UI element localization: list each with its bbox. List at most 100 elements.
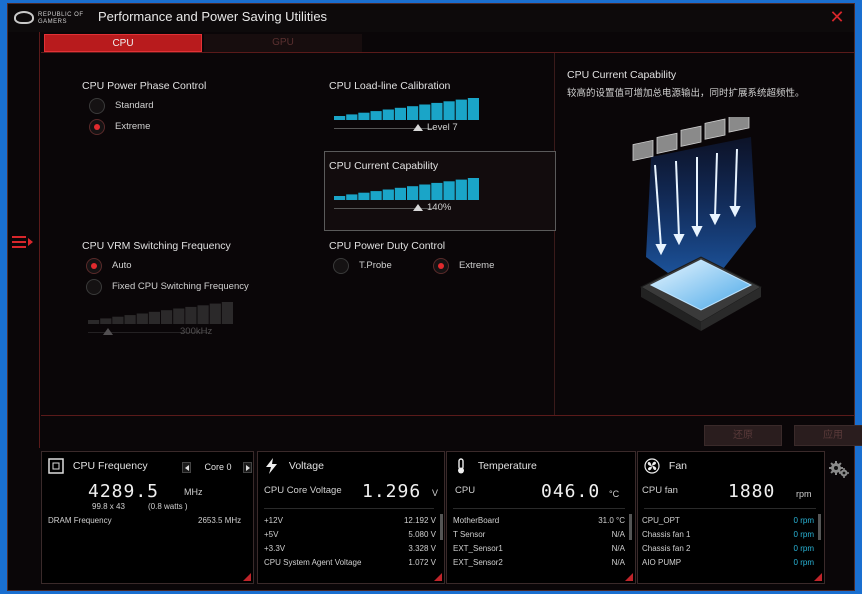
radio-icon (433, 258, 449, 274)
gear-icon[interactable] (828, 458, 850, 480)
scrollbar[interactable] (818, 514, 821, 540)
slider-thumb[interactable] (103, 328, 113, 335)
temperature-row: EXT_Sensor2 N/A (453, 558, 625, 567)
level-bar (136, 313, 148, 324)
panel-header: CPU Frequency (48, 458, 148, 474)
panel-header: Voltage (264, 458, 324, 475)
level-bar (419, 184, 431, 200)
radio-icon (333, 258, 349, 274)
cpu-temp-label: CPU (455, 485, 476, 496)
close-icon[interactable]: ✕ (828, 8, 846, 26)
cpu-temp-value: 046.0 (541, 481, 601, 502)
main-panel: CPU Power Phase Control Standard Extreme… (41, 52, 862, 446)
temperature-row: MotherBoard 31.0 °C (453, 516, 625, 525)
level-bar (431, 182, 443, 200)
info-description: 较高的设置值可增加总电源输出，同时扩展系统超频性。 (567, 88, 805, 99)
level-bar (197, 305, 209, 324)
phase-standard-radio[interactable]: Standard (89, 98, 154, 114)
capability-slider[interactable]: 140% (334, 178, 484, 218)
vrm-fixed-radio[interactable]: Fixed CPU Switching Frequency (86, 279, 249, 295)
level-bar (334, 116, 346, 120)
rog-logo: REPUBLIC OF GAMERS (14, 9, 94, 27)
cpu-fan-value: 1880 (728, 481, 776, 502)
panel-header: Fan (644, 458, 687, 474)
title-bar: REPUBLIC OF GAMERS Performance and Power… (8, 4, 854, 32)
chevron-left-icon[interactable] (182, 462, 191, 473)
left-strip (8, 32, 40, 448)
core-voltage-label: CPU Core Voltage (264, 485, 342, 496)
cpu-frequency-panel: CPU Frequency Core 0 4289.5 MHz 99.8 x 4… (41, 451, 254, 584)
level-bar (209, 303, 221, 324)
voltage-row: +3.3V 3.328 V (264, 544, 436, 553)
level-bar (419, 104, 431, 120)
slider-thumb[interactable] (413, 204, 423, 211)
vrm-frequency-value: 300kHz (180, 326, 213, 337)
level-bar (221, 302, 233, 324)
expand-corner-icon[interactable] (625, 573, 633, 581)
vrm-bars (88, 302, 233, 324)
level-bar (88, 320, 100, 324)
cpu-frequency-value: 4289.5 (88, 481, 160, 502)
option-label: Fixed CPU Switching Frequency (112, 281, 249, 292)
option-label: Standard (115, 100, 154, 111)
level-bar (148, 311, 160, 324)
duty-tprobe-radio[interactable]: T.Probe (333, 258, 392, 274)
level-bar (382, 189, 394, 200)
window-title: Performance and Power Saving Utilities (98, 9, 328, 24)
loadline-slider[interactable]: Level 7 (334, 98, 484, 138)
option-label: Extreme (115, 121, 151, 132)
fan-panel: Fan CPU fan 1880 rpm CPU_OPT 0 rpm Chassi… (637, 451, 825, 584)
revert-button[interactable]: 还原 (704, 425, 782, 446)
tab-gpu[interactable]: GPU (204, 34, 362, 52)
apply-button[interactable]: 应用 (794, 425, 862, 446)
level-bar (467, 178, 479, 200)
fan-row: CPU_OPT 0 rpm (642, 516, 814, 525)
info-title: CPU Current Capability (567, 69, 677, 81)
scrollbar[interactable] (629, 514, 632, 540)
voltage-row: +12V 12.192 V (264, 516, 436, 525)
temperature-panel: Temperature CPU 046.0 °C MotherBoard 31.0… (446, 451, 636, 584)
loadline-title: CPU Load-line Calibration (329, 80, 451, 92)
loadline-bars (334, 98, 479, 120)
level-bar (124, 315, 136, 324)
radio-icon (89, 98, 105, 114)
level-bar (334, 196, 346, 200)
expand-corner-icon[interactable] (434, 573, 442, 581)
vrm-frequency-title: CPU VRM Switching Frequency (82, 240, 231, 252)
duty-extreme-radio[interactable]: Extreme (433, 258, 494, 274)
level-bar (358, 192, 370, 200)
vrm-frequency-slider[interactable]: 300kHz (88, 302, 238, 342)
fan-unit: rpm (796, 489, 812, 499)
level-bar (467, 98, 479, 120)
phase-extreme-radio[interactable]: Extreme (89, 119, 150, 135)
dram-value: 2653.5 MHz (198, 516, 242, 525)
voltage-row: +5V 5.080 V (264, 530, 436, 539)
scrollbar[interactable] (440, 514, 443, 540)
expand-corner-icon[interactable] (243, 573, 251, 581)
level-bar (370, 111, 382, 120)
tab-cpu[interactable]: CPU (44, 34, 202, 52)
menu-toggle-icon[interactable] (12, 234, 36, 250)
radio-icon (86, 258, 102, 274)
chevron-right-icon[interactable] (243, 462, 252, 473)
slider-thumb[interactable] (413, 124, 423, 131)
radio-icon (86, 279, 102, 295)
duty-control-title: CPU Power Duty Control (329, 240, 446, 252)
frequency-unit: MHz (184, 487, 203, 497)
level-bar (161, 310, 173, 324)
dram-label: DRAM Frequency (48, 516, 112, 525)
level-bar (394, 107, 406, 120)
level-bar (407, 186, 419, 200)
watts: (0.8 watts ) (148, 502, 188, 511)
level-bar (407, 106, 419, 120)
temp-unit: °C (609, 489, 620, 499)
level-bar (455, 99, 467, 120)
core-selector[interactable]: Core 0 (182, 461, 252, 474)
option-label: T.Probe (359, 260, 392, 271)
vrm-auto-radio[interactable]: Auto (86, 258, 132, 274)
core-value: Core 0 (204, 462, 232, 472)
multiplier: 99.8 x 43 (92, 502, 125, 511)
thermometer-icon (458, 458, 464, 474)
capability-value: 140% (427, 202, 452, 213)
expand-corner-icon[interactable] (814, 573, 822, 581)
